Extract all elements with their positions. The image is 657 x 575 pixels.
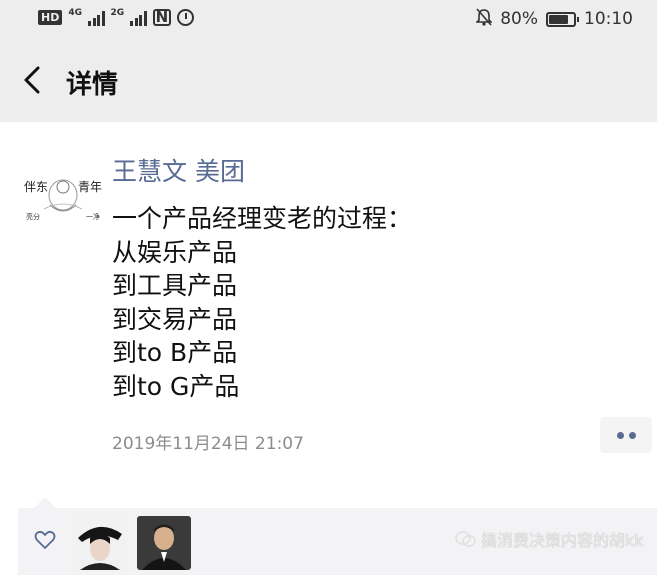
mute-bell-icon: [475, 8, 494, 30]
alarm-icon: [177, 9, 195, 26]
likes-caret: [34, 497, 56, 508]
hd-badge: HD: [38, 10, 63, 25]
signal-icon: [88, 10, 105, 26]
post-line: 到工具产品: [112, 271, 238, 300]
author-name[interactable]: 王慧文 美团: [112, 152, 245, 188]
liker-avatar[interactable]: [137, 516, 191, 570]
svg-text:伴东: 伴东: [24, 180, 48, 194]
author-avatar[interactable]: 伴东 青年 亮分 一净: [20, 157, 106, 243]
status-left: HD 4G 2G N: [38, 8, 195, 26]
watermark: 搞消费决策内容的胡kk: [455, 527, 644, 551]
page-title: 详情: [66, 70, 119, 100]
liker-avatar[interactable]: [72, 516, 126, 570]
svg-text:亮分: 亮分: [26, 212, 40, 221]
post-line: 从娱乐产品: [112, 237, 238, 267]
post-line: 到交易产品: [112, 304, 238, 334]
nav-bar: 详情: [0, 40, 657, 122]
more-dot-icon: [628, 431, 636, 439]
back-button[interactable]: [18, 62, 48, 98]
post-content: 一个产品经理变老的过程： 从娱乐产品 到工具产品 到交易产品 到to B产品 到…: [112, 202, 412, 403]
status-bar: HD 4G 2G N 80% 10:10: [0, 0, 657, 40]
network-type-2: 2G: [110, 8, 125, 18]
battery-icon: [546, 11, 579, 27]
nfc-icon: N: [152, 9, 172, 26]
more-actions-button[interactable]: [600, 417, 652, 453]
status-right: 80% 10:10: [475, 8, 633, 30]
post-line: 到to G产品: [112, 371, 240, 401]
avatar-image: 伴东 青年 亮分 一净: [20, 157, 106, 243]
post-line: 到to B产品: [112, 338, 238, 367]
post-timestamp: 2019年11月24日 21:07: [112, 434, 304, 454]
wechat-icon: [455, 530, 477, 548]
svg-text:青年: 青年: [78, 180, 102, 194]
svg-text:一净: 一净: [86, 212, 100, 221]
watermark-text: 搞消费决策内容的胡kk: [481, 531, 644, 550]
battery-percent: 80%: [500, 9, 538, 29]
post-line: 一个产品经理变老的过程：: [112, 204, 413, 233]
signal-icon-2: [130, 10, 147, 26]
heart-icon: [34, 530, 56, 550]
network-type-1: 4G: [68, 8, 82, 18]
more-dot-icon: [616, 431, 624, 439]
clock: 10:10: [584, 9, 633, 29]
chevron-left-icon: [24, 66, 40, 94]
